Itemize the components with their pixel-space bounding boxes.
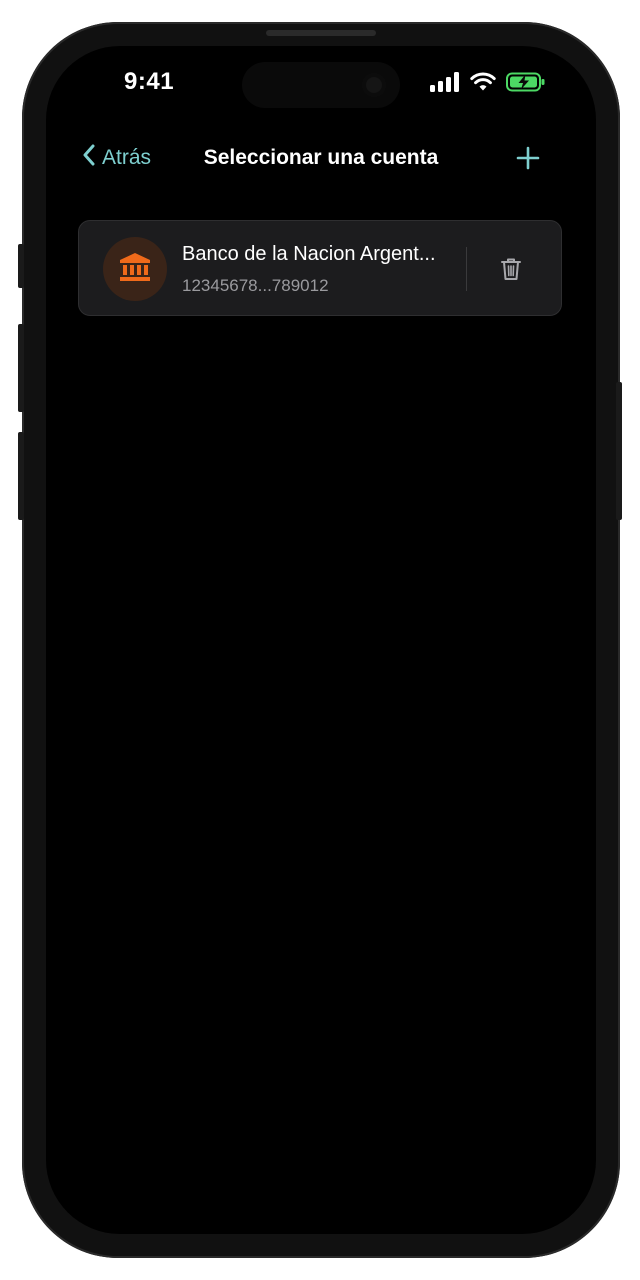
bank-avatar	[103, 237, 167, 301]
status-time: 9:41	[124, 68, 175, 95]
bank-icon	[119, 252, 151, 287]
account-number: 12345678...789012	[182, 276, 329, 295]
status-icons	[430, 72, 546, 97]
phone-speaker-edge	[266, 30, 376, 36]
account-name: Banco de la Nacion Argent...	[182, 243, 436, 265]
side-button-volume-up	[18, 324, 24, 412]
side-button-power	[616, 382, 622, 520]
add-account-button[interactable]	[512, 142, 544, 174]
delete-account-button[interactable]	[497, 255, 525, 283]
side-button-action	[18, 244, 24, 288]
plus-icon	[512, 146, 544, 178]
navigation-bar: Atrás Seleccionar una cuenta	[46, 142, 596, 174]
screen: 9:41 Atrás Seleccionar una cuenta Banco …	[46, 46, 596, 1234]
card-divider	[466, 247, 467, 291]
wifi-icon	[470, 72, 496, 97]
account-list-item[interactable]: Banco de la Nacion Argent... 12345678...…	[78, 220, 562, 316]
battery-charging-icon	[506, 72, 546, 97]
trash-icon	[497, 258, 525, 287]
front-camera	[362, 73, 386, 97]
cellular-signal-icon	[430, 72, 460, 97]
dynamic-island	[242, 62, 400, 108]
side-button-volume-down	[18, 432, 24, 520]
